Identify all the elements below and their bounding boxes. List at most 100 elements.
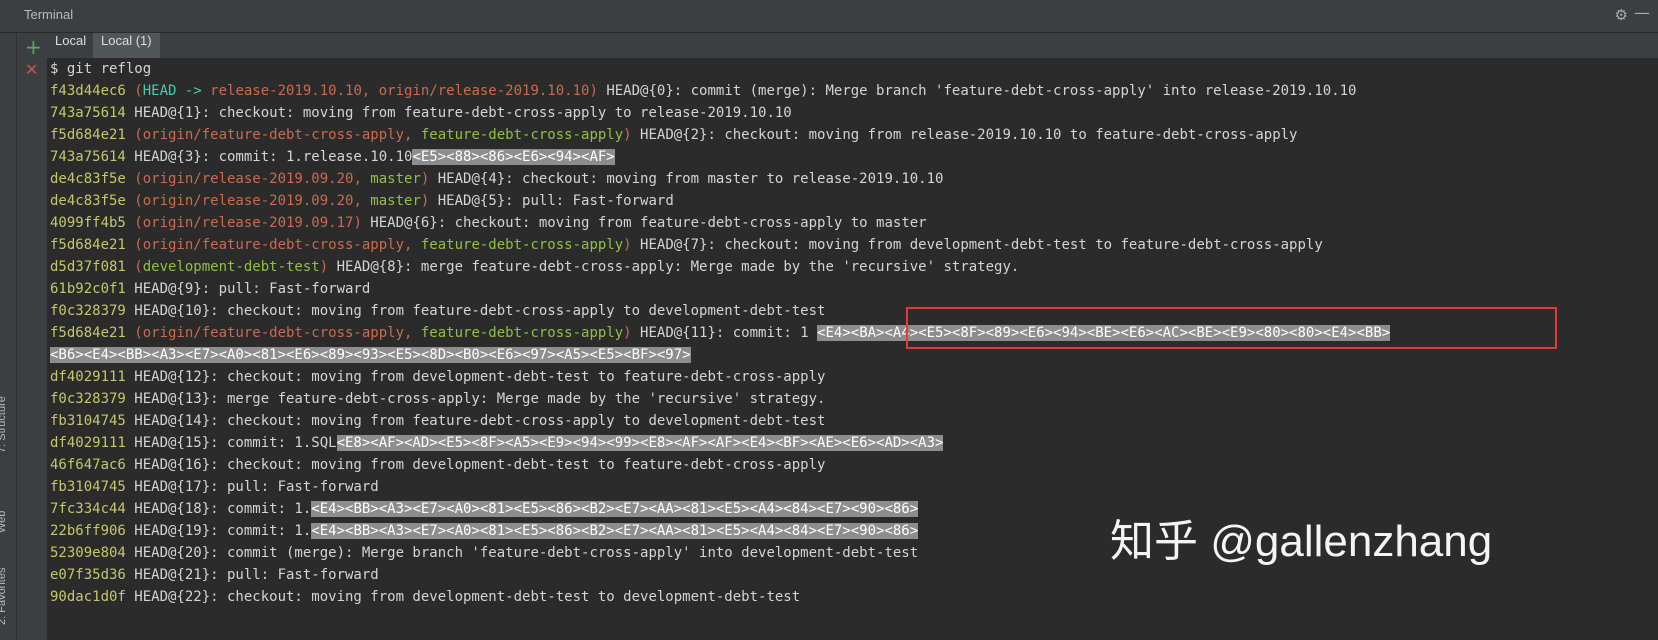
gear-icon[interactable]: ⚙ — [1615, 6, 1628, 24]
watermark: 知乎 @gallenzhang — [1110, 517, 1493, 566]
reflog-message: HEAD@{10}: checkout: moving from feature… — [125, 303, 826, 319]
selected-text: <E5><88><86><E6><94><AF> — [412, 149, 615, 165]
reflog-message: HEAD@{14}: checkout: moving from feature… — [125, 413, 826, 429]
reflog-line: f5d684e21 (origin/feature-debt-cross-app… — [50, 124, 1297, 146]
ref-paren: ( — [125, 325, 143, 341]
terminal-tabs: Local Local (1) — [47, 33, 1658, 59]
reflog-message: HEAD@{15}: commit: 1.SQL — [125, 435, 337, 451]
terminal-titlebar: Terminal ⚙ — — [0, 0, 1658, 33]
ref-paren: ) — [589, 83, 598, 99]
commit-hash: df4029111 — [50, 435, 126, 451]
ref-separator: , — [361, 83, 379, 99]
side-tab-structure[interactable]: 7: Structure — [0, 396, 8, 453]
commit-hash: df4029111 — [50, 369, 126, 385]
reflog-line: de4c83f5e (origin/release-2019.09.20, ma… — [50, 168, 943, 190]
ref-paren: ) — [623, 127, 632, 143]
close-session-icon[interactable]: ✕ — [25, 60, 38, 79]
reflog-message: HEAD@{4}: checkout: moving from master t… — [429, 171, 944, 187]
reflog-message: HEAD@{19}: commit: 1. — [125, 523, 312, 539]
commit-hash: 743a75614 — [50, 105, 126, 121]
reflog-line: 22b6ff906 HEAD@{19}: commit: 1.<E4><BB><… — [50, 520, 919, 542]
reflog-line: f5d684e21 (origin/feature-debt-cross-app… — [50, 234, 1323, 256]
reflog-line: d5d37f081 (development-debt-test) HEAD@{… — [50, 256, 1019, 278]
reflog-line: 743a75614 HEAD@{3}: commit: 1.release.10… — [50, 146, 615, 168]
branch-name: feature-debt-cross-apply — [420, 127, 624, 143]
reflog-message: HEAD@{9}: pull: Fast-forward — [125, 281, 371, 297]
reflog-line: 7fc334c44 HEAD@{18}: commit: 1.<E4><BB><… — [50, 498, 919, 520]
remote-branch: origin/release-2019.09.17 — [142, 215, 354, 231]
highlight-box — [906, 307, 1557, 349]
side-tab-favorites[interactable]: 2: Favorites — [0, 568, 8, 625]
reflog-message: HEAD@{1}: checkout: moving from feature-… — [125, 105, 792, 121]
terminal-toolbar — [17, 33, 47, 640]
remote-branch: origin/release-2019.09.20 — [142, 193, 354, 209]
branch-name: feature-debt-cross-apply — [420, 237, 624, 253]
left-tool-strip: 7: Structure Web 2: Favorites — [0, 33, 17, 640]
commit-hash: f5d684e21 — [50, 127, 126, 143]
branch-name: master — [370, 171, 421, 187]
head-pointer: HEAD -> — [142, 83, 211, 99]
reflog-message: HEAD@{2}: checkout: moving from release-… — [631, 127, 1298, 143]
reflog-line: df4029111 HEAD@{15}: commit: 1.SQL<E8><A… — [50, 432, 944, 454]
ref-paren: ( — [125, 215, 143, 231]
reflog-line: f0c328379 HEAD@{13}: merge feature-debt-… — [50, 388, 825, 410]
reflog-message: HEAD@{8}: merge feature-debt-cross-apply… — [328, 259, 1020, 275]
ref-paren: ( — [125, 83, 143, 99]
reflog-line: 46f647ac6 HEAD@{16}: checkout: moving fr… — [50, 454, 825, 476]
branch-name: origin/release-2019.10.10 — [378, 83, 590, 99]
reflog-line: df4029111 HEAD@{12}: checkout: moving fr… — [50, 366, 825, 388]
remote-branch: origin/release-2019.09.20 — [142, 171, 354, 187]
commit-hash: 4099ff4b5 — [50, 215, 126, 231]
reflog-message: HEAD@{17}: pull: Fast-forward — [125, 479, 379, 495]
command-prompt: $ git reflog — [50, 61, 152, 77]
selected-text: <B6><E4><BB><A3><E7><A0><81><E6><89><93>… — [50, 347, 691, 363]
branch-name: master — [370, 193, 421, 209]
commit-hash: 46f647ac6 — [50, 457, 126, 473]
reflog-message: HEAD@{0}: commit (merge): Merge branch '… — [597, 83, 1357, 99]
commit-hash: 52309e804 — [50, 545, 126, 561]
reflog-line: 743a75614 HEAD@{1}: checkout: moving fro… — [50, 102, 792, 124]
remote-branch: origin/feature-debt-cross-apply — [142, 325, 405, 341]
selected-text: <E8><AF><AD><E5><8F><A5><E9><94><99><E8>… — [336, 435, 944, 451]
branch-name: development-debt-test — [142, 259, 320, 275]
reflog-line: f0c328379 HEAD@{10}: checkout: moving fr… — [50, 300, 825, 322]
branch-name: feature-debt-cross-apply — [420, 325, 624, 341]
commit-hash: d5d37f081 — [50, 259, 126, 275]
tab-local[interactable]: Local — [47, 33, 94, 58]
commit-hash: 743a75614 — [50, 149, 126, 165]
commit-hash: 22b6ff906 — [50, 523, 126, 539]
tab-local-1[interactable]: Local (1) — [93, 33, 160, 58]
reflog-message: HEAD@{22}: checkout: moving from develop… — [125, 589, 801, 605]
reflog-message: HEAD@{20}: commit (merge): Merge branch … — [125, 545, 919, 561]
reflog-message: HEAD@{16}: checkout: moving from develop… — [125, 457, 826, 473]
minimize-icon[interactable]: — — [1634, 3, 1650, 22]
reflog-line: fb3104745 HEAD@{17}: pull: Fast-forward — [50, 476, 379, 498]
side-tab-web[interactable]: Web — [0, 511, 8, 533]
reflog-message: HEAD@{6}: checkout: moving from feature-… — [361, 215, 927, 231]
commit-hash: f0c328379 — [50, 391, 126, 407]
commit-hash: de4c83f5e — [50, 171, 126, 187]
remote-branch: release-2019.10.10 — [210, 83, 362, 99]
reflog-line: e07f35d36 HEAD@{21}: pull: Fast-forward — [50, 564, 379, 586]
ref-separator: , — [404, 127, 421, 143]
commit-hash: f5d684e21 — [50, 325, 126, 341]
reflog-message: HEAD@{18}: commit: 1. — [125, 501, 312, 517]
reflog-line: 61b92c0f1 HEAD@{9}: pull: Fast-forward — [50, 278, 370, 300]
commit-hash: 7fc334c44 — [50, 501, 126, 517]
ref-paren: ( — [125, 259, 143, 275]
reflog-message: HEAD@{5}: pull: Fast-forward — [429, 193, 674, 209]
reflog-message: HEAD@{21}: pull: Fast-forward — [125, 567, 379, 583]
ref-separator: , — [404, 325, 421, 341]
window-title: Terminal — [24, 7, 74, 22]
commit-hash: 61b92c0f1 — [50, 281, 126, 297]
ref-paren: ) — [623, 237, 632, 253]
reflog-line: 90dac1d0f HEAD@{22}: checkout: moving fr… — [50, 586, 800, 608]
ref-paren: ( — [125, 171, 143, 187]
reflog-line: <B6><E4><BB><A3><E7><A0><81><E6><89><93>… — [50, 344, 691, 366]
ref-paren: ) — [623, 325, 632, 341]
new-session-icon[interactable]: + — [25, 35, 42, 59]
reflog-message: HEAD@{7}: checkout: moving from developm… — [631, 237, 1323, 253]
commit-hash: f43d44ec6 — [50, 83, 126, 99]
commit-hash: 90dac1d0f — [50, 589, 126, 605]
commit-hash: f5d684e21 — [50, 237, 126, 253]
